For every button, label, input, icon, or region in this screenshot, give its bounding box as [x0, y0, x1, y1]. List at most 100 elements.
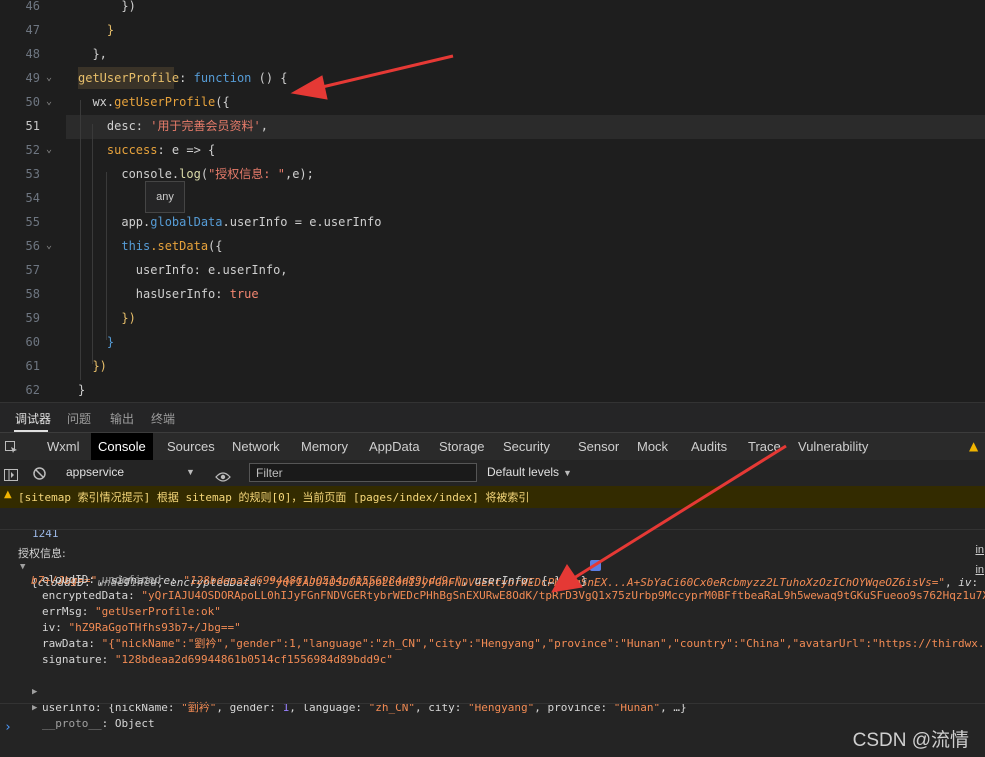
- tab-trace[interactable]: Trace: [741, 433, 788, 461]
- text-segment: function: [193, 71, 252, 85]
- fold-chevron-icon[interactable]: ⌄: [46, 234, 52, 258]
- code-line[interactable]: 58 hasUserInfo: true: [0, 282, 985, 306]
- code-text: }: [78, 330, 114, 354]
- code-editor[interactable]: 46 }) 47 } 48 }, 49 ⌄ getUserProfile: functio…: [0, 0, 985, 402]
- context-value: appservice: [66, 465, 125, 479]
- line-number: 54: [25, 191, 40, 205]
- text-segment: app.: [78, 215, 151, 229]
- code-text: console.log("授权信息: ",e);: [78, 162, 314, 186]
- console-prompt-row[interactable]: ›: [0, 703, 985, 735]
- tab-security[interactable]: Security: [496, 433, 557, 461]
- code-text: }): [78, 0, 135, 18]
- code-line[interactable]: 47 }: [0, 18, 985, 42]
- line-number: 47: [25, 23, 40, 37]
- devtools-tabbar: Wxml Console Sources Network Memory AppD…: [0, 432, 985, 462]
- fold-chevron-icon[interactable]: ⌄: [46, 66, 52, 90]
- code-line[interactable]: 46 }): [0, 0, 985, 18]
- inspect-icon[interactable]: [5, 439, 18, 453]
- console-output[interactable]: 1241 in 授权信息: in ▼ {cloudID: undefined, …: [0, 508, 985, 757]
- fold-chevron-icon[interactable]: ⌄: [46, 138, 52, 162]
- text-segment: globalData: [150, 215, 223, 229]
- code-line[interactable]: 50 ⌄ wx.getUserProfile({: [0, 90, 985, 114]
- line-number: 48: [25, 47, 40, 61]
- text-segment: success: [78, 143, 158, 157]
- tab-sources[interactable]: Sources: [160, 433, 222, 461]
- code-line[interactable]: 55 app.globalData.userInfo = e.userInfo: [0, 210, 985, 234]
- line-number: 56: [25, 239, 40, 253]
- userinfo-row[interactable]: ▶ userInfo: {nickName: "劉衿", gender: 1, …: [0, 668, 985, 714]
- tab-network[interactable]: Network: [225, 433, 287, 461]
- code-line[interactable]: 49 ⌄ getUserProfile: function () {: [0, 66, 985, 90]
- log-levels-dropdown[interactable]: Default levels ▼: [487, 463, 572, 482]
- text-segment: }: [78, 383, 86, 397]
- text-segment: cloudID: [42, 573, 89, 586]
- text-segment: '用于完善会员资料': [150, 119, 261, 133]
- line-number: 46: [25, 0, 40, 13]
- text-segment: "getUserProfile:ok": [95, 605, 221, 618]
- text-segment: "128bdeaa2d69944861b0514cf1556984d89bdd9…: [114, 653, 394, 666]
- text-segment: .userInfo = e.userInfo: [222, 215, 382, 229]
- text-segment: :: [179, 71, 194, 85]
- line-number: 57: [25, 263, 40, 277]
- tab-mock[interactable]: Mock: [630, 433, 675, 461]
- code-text: }: [78, 18, 114, 42]
- text-segment: "授权信息: ": [208, 167, 285, 181]
- object-property-row: encryptedData: "yQrIAJU4OSDORApoLL0hIJyF…: [0, 588, 985, 604]
- tab-memory[interactable]: Memory: [294, 433, 355, 461]
- line-number: 62: [25, 383, 40, 397]
- code-line[interactable]: 62}: [0, 378, 985, 402]
- tab-output[interactable]: 输出: [110, 410, 134, 427]
- text-segment: desc:: [78, 119, 151, 133]
- object-property-row: cloudID: undefined: [0, 572, 985, 588]
- tab-audits[interactable]: Audits: [684, 433, 734, 461]
- line-number: 50: [25, 95, 40, 109]
- sidebar-toggle-icon[interactable]: [4, 466, 18, 481]
- clear-console-icon[interactable]: [33, 465, 46, 480]
- code-line[interactable]: 56 ⌄ this.setData({: [0, 234, 985, 258]
- object-property-row: signature: "128bdeaa2d69944861b0514cf155…: [0, 652, 985, 668]
- eye-icon[interactable]: [215, 467, 231, 482]
- warning-icon: ▲: [4, 489, 12, 500]
- text-segment: undefined: [101, 573, 162, 586]
- property-text: iv: "hZ9RaGgoTHfhs93b7+/Jbg==": [42, 620, 241, 636]
- tab-sensor[interactable]: Sensor: [571, 433, 626, 461]
- filter-input[interactable]: [249, 463, 477, 482]
- code-text: app.globalData.userInfo = e.userInfo: [78, 210, 381, 234]
- code-line[interactable]: 48 },: [0, 42, 985, 66]
- context-select[interactable]: appservice ▼: [62, 463, 200, 482]
- text-segment: :: [88, 573, 102, 586]
- text-segment: errMsg: [42, 605, 82, 618]
- code-text: getUserProfile: function () {: [78, 66, 288, 90]
- text-segment: :: [81, 605, 95, 618]
- fold-chevron-icon[interactable]: ⌄: [46, 90, 52, 114]
- text-segment: log: [179, 167, 201, 181]
- code-line[interactable]: 60 }: [0, 330, 985, 354]
- tab-debugger[interactable]: 调试器: [15, 410, 51, 427]
- warning-icon[interactable]: ▲: [969, 439, 978, 453]
- tab-problems[interactable]: 问题: [67, 410, 91, 427]
- console-toolbar: appservice ▼ Default levels▼: [0, 460, 985, 487]
- chevron-down-icon: ▼: [563, 468, 572, 478]
- code-line[interactable]: 51 desc: '用于完善会员资料',: [0, 114, 985, 138]
- tab-storage[interactable]: Storage: [432, 433, 492, 461]
- proto-row[interactable]: ▶ __proto__: Object: [0, 684, 985, 730]
- object-property-row: errMsg: "getUserProfile:ok": [0, 604, 985, 620]
- text-segment: .setData: [150, 239, 209, 253]
- code-line[interactable]: 59 }): [0, 306, 985, 330]
- tab-wxml[interactable]: Wxml: [40, 433, 87, 461]
- sitemap-warning-row: ▲ [sitemap 索引情况提示] 根据 sitemap 的规则[0]，当前页…: [0, 486, 985, 509]
- code-text: hasUserInfo: true: [78, 282, 259, 306]
- text-segment: true: [229, 287, 259, 301]
- code-line[interactable]: 61 }): [0, 354, 985, 378]
- text-segment: hasUserInfo:: [78, 287, 230, 301]
- tab-console[interactable]: Console: [91, 433, 153, 461]
- console-count-row: 1241 in: [0, 510, 985, 556]
- code-line[interactable]: 52 ⌄ success: e => {: [0, 138, 985, 162]
- code-line[interactable]: 57 userInfo: e.userInfo,: [0, 258, 985, 282]
- tab-terminal[interactable]: 终端: [151, 410, 175, 427]
- line-number: 53: [25, 167, 40, 181]
- tab-vulnerability[interactable]: Vulnerability: [791, 433, 875, 461]
- text-segment: iv: [42, 621, 56, 634]
- code-text: userInfo: e.userInfo,: [78, 258, 288, 282]
- tab-appdata[interactable]: AppData: [362, 433, 427, 461]
